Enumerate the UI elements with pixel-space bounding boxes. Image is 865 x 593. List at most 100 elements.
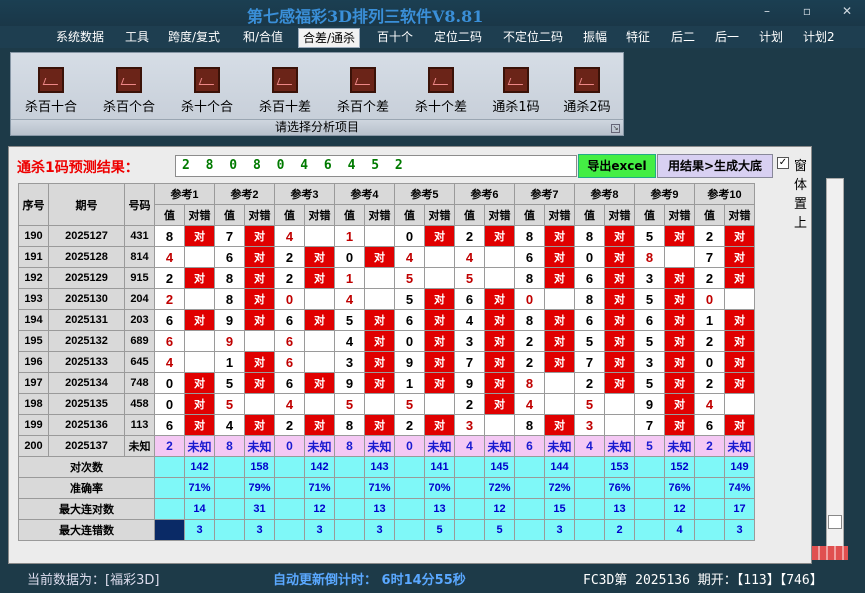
- judge-cell: [424, 267, 455, 289]
- value-header: 值: [634, 204, 665, 226]
- table-row[interactable]: 193 2025130 204 2 8 对 0 4 5 对 6 对 0 8 对 5 对 0: [18, 288, 755, 310]
- table-row[interactable]: 191 2025128 814 4 6 对 2 对 0 对 4 4 6 对 0 对 8 7 对: [18, 246, 755, 268]
- value-cell: 4: [214, 414, 245, 436]
- menu-tab[interactable]: 定位二码: [434, 29, 482, 45]
- menu-tab[interactable]: 百十个: [377, 29, 413, 45]
- stats-value: 152: [664, 456, 695, 478]
- ribbon-button[interactable]: 杀百十差: [250, 67, 320, 115]
- table-row[interactable]: 199 2025136 113 6 对 4 对 2 对 8 对 2 对 3 8 对 3 7 对 6 对: [18, 414, 755, 436]
- reference-header: 参考4: [334, 183, 395, 205]
- menu-tab[interactable]: 后二: [671, 29, 695, 45]
- stats-cell-blank: [514, 456, 545, 478]
- seq-cell: 198: [18, 393, 49, 415]
- stats-row: 最大连对数 14 31 12 13 13 12 15 13 12 17: [18, 498, 755, 520]
- value-cell: 6: [274, 309, 305, 331]
- predicted-value-cell: 0: [274, 435, 305, 457]
- status-bar: 当前数据为：[福彩3D] 自动更新倒计时： 6时14分55秒 FC3D第 202…: [0, 564, 865, 593]
- stats-value: 71%: [184, 477, 215, 499]
- menu-tab[interactable]: 和/合值: [243, 29, 283, 45]
- period-cell: 2025133: [48, 351, 125, 373]
- judge-cell: 对: [184, 309, 215, 331]
- chart-icon: [116, 67, 142, 93]
- close-icon[interactable]: ✕: [840, 4, 854, 18]
- dialog-launcher-icon[interactable]: ↘: [611, 124, 620, 133]
- table-row[interactable]: 195 2025132 689 6 9 6 4 对 0 对 3 对 2 对 5 对 5 对 2 对: [18, 330, 755, 352]
- generate-button[interactable]: 用结果>生成大底: [657, 154, 773, 178]
- menu-tab[interactable]: 不定位二码: [503, 29, 563, 45]
- reference-header: 参考9: [634, 183, 695, 205]
- value-cell: 0: [394, 225, 425, 247]
- table-row[interactable]: 192 2025129 915 2 对 8 对 2 对 1 5 5 8 对 6 对 3 对 2 对: [18, 267, 755, 289]
- judge-cell: 对: [244, 225, 275, 247]
- table-row[interactable]: 194 2025131 203 6 对 9 对 6 对 5 对 6 对 4 对 8 对 6 对 6 对 1 对: [18, 309, 755, 331]
- menu-tab[interactable]: 振幅: [583, 29, 607, 45]
- value-cell: 4: [394, 246, 425, 268]
- menu-tab[interactable]: 特征: [626, 29, 650, 45]
- value-cell: 4: [694, 393, 725, 415]
- stats-cell-blank: [694, 477, 725, 499]
- unknown-cell: 未知: [604, 435, 635, 457]
- judge-cell: 对: [724, 414, 755, 436]
- ribbon-button[interactable]: 杀十个差: [406, 67, 476, 115]
- judge-cell: 对: [424, 330, 455, 352]
- stats-row: 对次数 142 158 142 143 141 145 144 153 152 149: [18, 456, 755, 478]
- menu-tab[interactable]: 计划2: [803, 29, 835, 45]
- stats-value: 3: [724, 519, 755, 541]
- value-cell: 3: [454, 414, 485, 436]
- judge-cell: 对: [544, 351, 575, 373]
- menu-tab[interactable]: 工具: [125, 29, 149, 45]
- stats-value: 153: [604, 456, 635, 478]
- value-cell: 5: [634, 372, 665, 394]
- stats-cell-blank: [214, 519, 245, 541]
- unknown-cell: 未知: [664, 435, 695, 457]
- prediction-row[interactable]: 200 2025137 未知 2 未知 8 未知 0 未知 8 未知 0 未知 4 未知 6 未知 4 未知 5 未知 2…: [18, 435, 755, 457]
- ribbon-button[interactable]: 通杀1码: [481, 67, 551, 115]
- judge-cell: 对: [604, 309, 635, 331]
- judge-cell: 对: [604, 225, 635, 247]
- menu-tab[interactable]: 后一: [715, 29, 739, 45]
- stats-cell-blank: [394, 498, 425, 520]
- menu-tab[interactable]: 系统数据: [56, 29, 104, 45]
- value-cell: 7: [574, 351, 605, 373]
- table-row[interactable]: 197 2025134 748 0 对 5 对 6 对 9 对 1 对 9 对 8 2 对 5 对 2 对: [18, 372, 755, 394]
- export-excel-button[interactable]: 导出excel: [578, 154, 656, 178]
- unknown-cell: 未知: [184, 435, 215, 457]
- menu-tab[interactable]: 跨度/复式: [168, 29, 220, 45]
- table-row[interactable]: 190 2025127 431 8 对 7 对 4 1 0 对 2 对 8 对 8 对 5 对 2 对: [18, 225, 755, 247]
- seq-cell: 191: [18, 246, 49, 268]
- reference-header: 参考5: [394, 183, 455, 205]
- table-row[interactable]: 196 2025133 645 4 1 对 6 3 对 9 对 7 对 2 对 7 对 3 对 0 对: [18, 351, 755, 373]
- seq-cell: 192: [18, 267, 49, 289]
- judge-cell: 对: [304, 414, 335, 436]
- menu-tab-active[interactable]: 合差/通杀: [298, 28, 361, 48]
- checkmark-icon[interactable]: ✓: [777, 157, 789, 169]
- prediction-result-field[interactable]: 2 8 0 8 0 4 6 4 5 2: [175, 155, 577, 177]
- value-header: 值: [154, 204, 185, 226]
- ribbon-button[interactable]: 杀百个合: [94, 67, 164, 115]
- stats-value: 15: [544, 498, 575, 520]
- value-cell: 2: [514, 351, 545, 373]
- scrollbar-thumb[interactable]: [828, 515, 842, 529]
- menu-tab[interactable]: 计划: [759, 29, 783, 45]
- judge-header: 对错: [604, 204, 635, 226]
- ribbon-button[interactable]: 通杀2码: [552, 67, 622, 115]
- ribbon-button[interactable]: 杀百十合: [16, 67, 86, 115]
- restore-icon[interactable]: ▫: [800, 4, 814, 18]
- progress-indicator: [812, 546, 848, 560]
- value-header: 值: [454, 204, 485, 226]
- ribbon-button[interactable]: 杀百个差: [328, 67, 398, 115]
- ribbon-button[interactable]: 杀十个合: [172, 67, 242, 115]
- judge-cell: [604, 414, 635, 436]
- table-row[interactable]: 198 2025135 458 0 对 5 4 5 5 2 对 4 5 9 对 4: [18, 393, 755, 415]
- judge-cell: [304, 225, 335, 247]
- stats-cell-blank: [454, 519, 485, 541]
- stats-cell-blank: [394, 456, 425, 478]
- minimize-icon[interactable]: –: [760, 4, 774, 18]
- ribbon-button-label: 通杀1码: [492, 100, 540, 115]
- reference-header: 参考3: [274, 183, 335, 205]
- period-cell: 2025130: [48, 288, 125, 310]
- judge-cell: [664, 246, 695, 268]
- vertical-scrollbar[interactable]: [826, 178, 844, 548]
- stats-value: 144: [544, 456, 575, 478]
- unknown-cell: 未知: [544, 435, 575, 457]
